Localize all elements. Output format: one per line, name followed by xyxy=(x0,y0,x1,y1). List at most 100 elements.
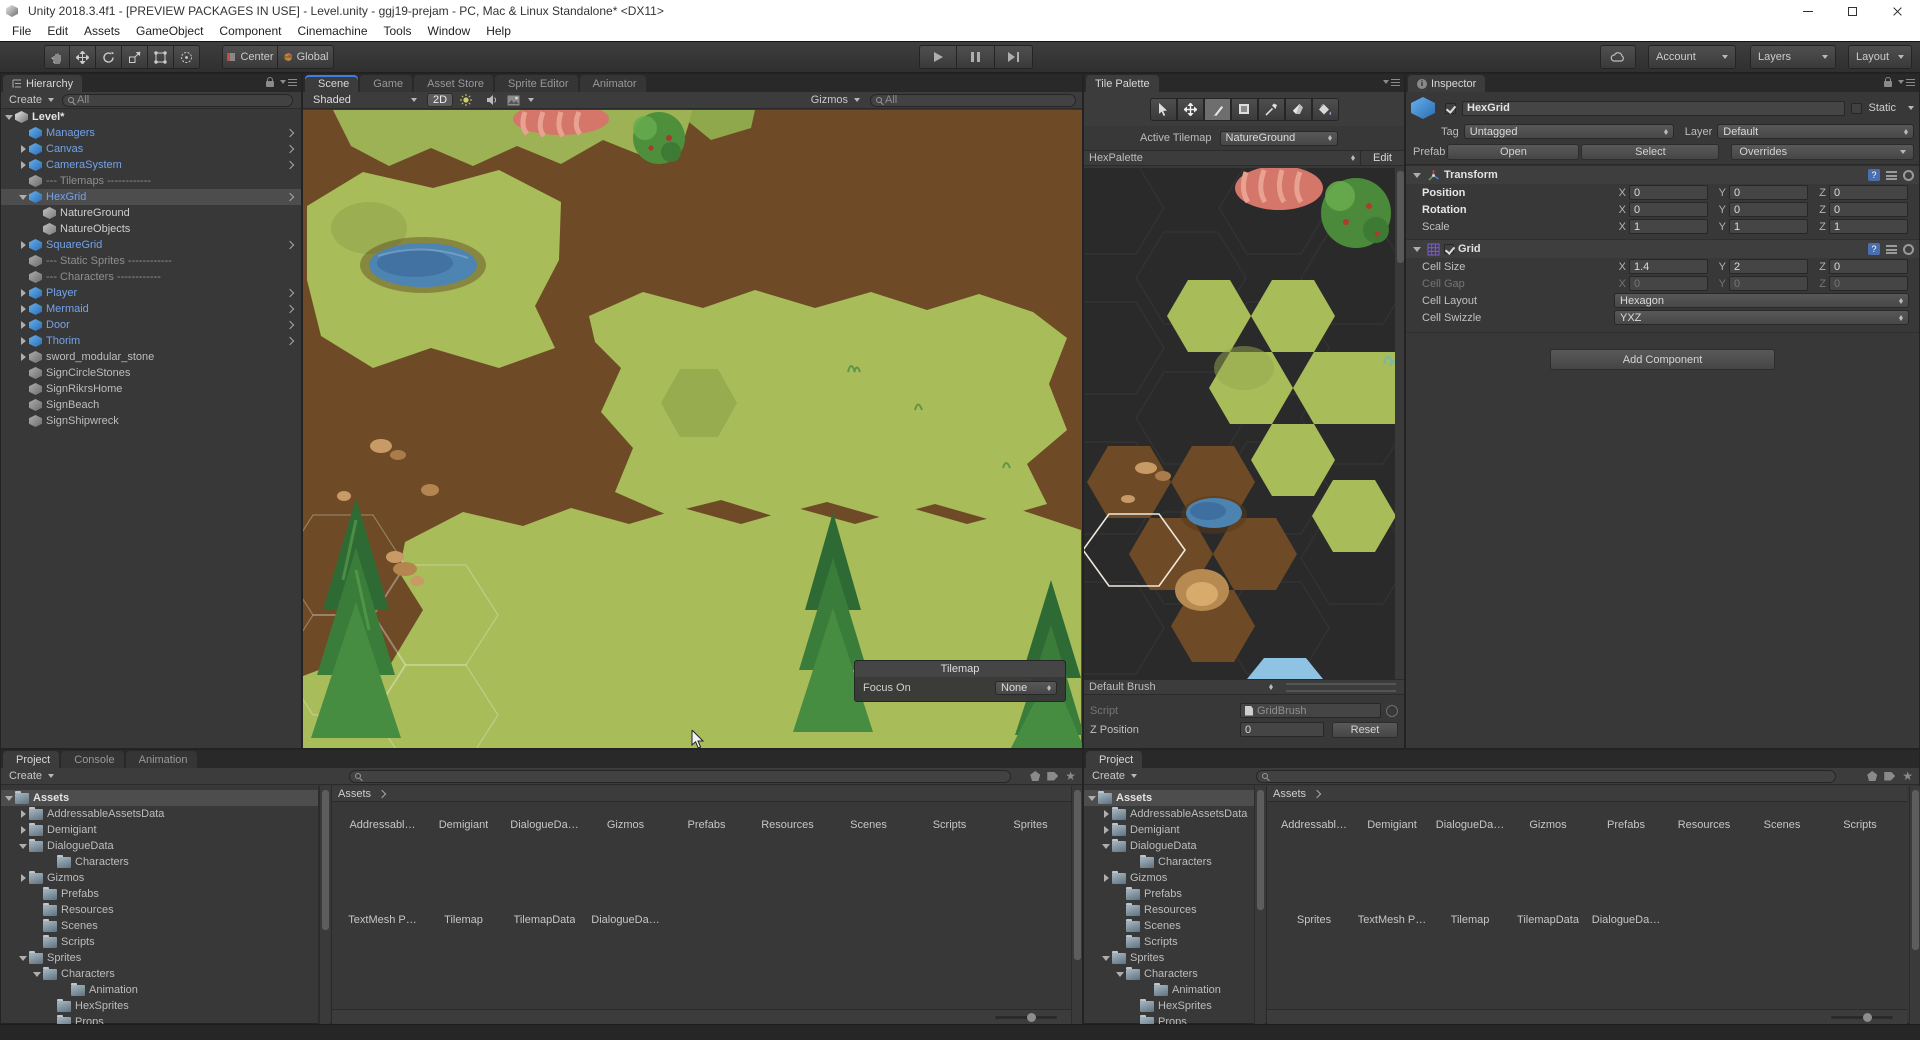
project-tree-item[interactable]: Gizmos xyxy=(1084,870,1254,886)
search-by-type-icon[interactable] xyxy=(1030,771,1040,781)
foldout-arrow-icon[interactable] xyxy=(1411,243,1423,255)
hierarchy-search-input[interactable]: All xyxy=(62,94,293,107)
foldout-arrow-icon[interactable] xyxy=(3,792,15,804)
asset-item[interactable]: Prefabs xyxy=(1587,802,1665,897)
audio-toggle-icon[interactable] xyxy=(479,94,505,106)
tree-scrollbar[interactable] xyxy=(319,786,330,1025)
asset-item[interactable]: DialogueDa… xyxy=(585,897,666,992)
layout-dropdown[interactable]: Layout xyxy=(1848,45,1912,69)
asset-item[interactable]: Scripts xyxy=(1821,802,1899,897)
presets-icon[interactable] xyxy=(1886,171,1897,180)
hierarchy-item[interactable]: --- Static Sprites ------------ xyxy=(1,253,301,269)
account-dropdown[interactable]: Account xyxy=(1648,45,1736,69)
asset-item[interactable]: TilemapData xyxy=(1509,897,1587,992)
foldout-arrow-icon[interactable] xyxy=(1114,904,1126,916)
asset-item[interactable]: Gizmos xyxy=(585,802,666,897)
project-tree-item[interactable]: Resources xyxy=(1084,902,1254,918)
bottom-tab[interactable]: Project xyxy=(1086,751,1142,768)
foldout-arrow-icon[interactable] xyxy=(1114,936,1126,948)
grid-scrollbar[interactable] xyxy=(1909,786,1920,1025)
asset-item[interactable]: Demigiant xyxy=(1353,802,1431,897)
hierarchy-item[interactable]: Managers xyxy=(1,125,301,141)
name-field[interactable]: HexGrid xyxy=(1462,101,1845,116)
hierarchy-item[interactable]: SignShipwreck xyxy=(1,413,301,429)
foldout-arrow-icon[interactable] xyxy=(17,808,29,820)
layers-dropdown[interactable]: Layers xyxy=(1750,45,1836,69)
prefab-chevron-icon[interactable] xyxy=(285,287,297,299)
asset-item[interactable]: Scenes xyxy=(1743,802,1821,897)
project-tree-item[interactable]: Scenes xyxy=(1,918,319,934)
pivot-toggle-button[interactable]: Center xyxy=(222,45,278,69)
asset-item[interactable]: Sprites xyxy=(990,802,1071,897)
asset-item[interactable]: Gizmos xyxy=(1509,802,1587,897)
project-tree-item[interactable]: HexSprites xyxy=(1,998,319,1014)
foldout-arrow-icon[interactable] xyxy=(1411,169,1423,181)
gear-icon[interactable] xyxy=(1903,170,1914,181)
tag-dropdown[interactable]: Untagged xyxy=(1464,124,1674,139)
focus-on-dropdown[interactable]: None xyxy=(995,681,1057,695)
prefab-chevron-icon[interactable] xyxy=(285,415,297,427)
panel-menu-icon[interactable] xyxy=(1898,77,1915,87)
asset-item[interactable]: Resources xyxy=(747,802,828,897)
asset-item[interactable]: DialogueDa… xyxy=(1431,802,1509,897)
project-tree-item[interactable]: Gizmos xyxy=(1,870,319,886)
asset-item[interactable]: Sprites xyxy=(1275,897,1353,992)
panel-menu-icon[interactable] xyxy=(280,77,297,87)
prefab-chevron-icon[interactable] xyxy=(285,143,297,155)
foldout-arrow-icon[interactable] xyxy=(1100,808,1112,820)
active-checkbox[interactable] xyxy=(1445,103,1456,114)
hierarchy-item[interactable]: SignCircleStones xyxy=(1,365,301,381)
x-field[interactable]: 1 xyxy=(1629,219,1708,234)
foldout-arrow-icon[interactable] xyxy=(1086,792,1098,804)
prefab-select-button[interactable]: Select xyxy=(1581,144,1719,160)
project-tree-item[interactable]: Animation xyxy=(1084,982,1254,998)
foldout-arrow-icon[interactable] xyxy=(17,824,29,836)
foldout-arrow-icon[interactable] xyxy=(1114,968,1126,980)
drag-handle[interactable] xyxy=(1286,683,1396,692)
foldout-arrow-icon[interactable] xyxy=(45,1000,57,1012)
prefab-chevron-icon[interactable] xyxy=(285,127,297,139)
foldout-arrow-icon[interactable] xyxy=(59,984,71,996)
create-button[interactable]: Create xyxy=(5,94,58,106)
move-tool-icon[interactable] xyxy=(70,45,96,69)
project-tree-item[interactable]: Characters xyxy=(1084,854,1254,870)
play-button[interactable] xyxy=(919,45,957,69)
foldout-arrow-icon[interactable] xyxy=(17,383,29,395)
asset-item[interactable]: DialogueDa… xyxy=(1587,897,1665,992)
foldout-arrow-icon[interactable] xyxy=(17,399,29,411)
foldout-arrow-icon[interactable] xyxy=(31,920,43,932)
menu-item[interactable]: File xyxy=(4,22,39,41)
active-tilemap-dropdown[interactable]: NatureGround xyxy=(1220,131,1338,146)
bottom-tab[interactable]: Console xyxy=(61,751,123,768)
palette-eraser-tool-icon[interactable] xyxy=(1285,98,1312,121)
search-by-label-icon[interactable] xyxy=(1047,772,1058,781)
scene-viewport[interactable]: Tilemap Focus On None xyxy=(303,110,1082,748)
foldout-arrow-icon[interactable] xyxy=(31,968,43,980)
foldout-arrow-icon[interactable] xyxy=(17,415,29,427)
z-field[interactable]: 0 xyxy=(1829,185,1908,200)
hierarchy-item[interactable]: --- Tilemaps ------------ xyxy=(1,173,301,189)
project-tree-item[interactable]: Animation xyxy=(1,982,319,998)
foldout-arrow-icon[interactable] xyxy=(17,175,29,187)
bottom-tab[interactable]: Project xyxy=(3,751,59,768)
foldout-arrow-icon[interactable] xyxy=(1100,840,1112,852)
presets-icon[interactable] xyxy=(1886,245,1897,254)
project-tree-item[interactable]: Scenes xyxy=(1084,918,1254,934)
tab-inspector[interactable]: i Inspector xyxy=(1408,75,1485,92)
hierarchy-item[interactable]: Level* xyxy=(1,109,301,125)
maximize-button[interactable] xyxy=(1830,0,1875,22)
grid-component-header[interactable]: Grid ? xyxy=(1406,239,1919,258)
foldout-arrow-icon[interactable] xyxy=(17,255,29,267)
foldout-arrow-icon[interactable] xyxy=(45,856,57,868)
palette-picker-tool-icon[interactable] xyxy=(1258,98,1285,121)
prefab-chevron-icon[interactable] xyxy=(285,383,297,395)
asset-item[interactable]: Demigiant xyxy=(423,802,504,897)
project-tree-item[interactable]: Prefabs xyxy=(1,886,319,902)
scene-search-input[interactable]: All xyxy=(870,94,1076,107)
rotate-tool-icon[interactable] xyxy=(96,45,122,69)
prefab-chevron-icon[interactable] xyxy=(285,399,297,411)
object-picker-icon[interactable] xyxy=(1386,705,1398,717)
project-tree-item[interactable]: Sprites xyxy=(1,950,319,966)
foldout-arrow-icon[interactable] xyxy=(17,127,29,139)
hierarchy-item[interactable]: SignBeach xyxy=(1,397,301,413)
